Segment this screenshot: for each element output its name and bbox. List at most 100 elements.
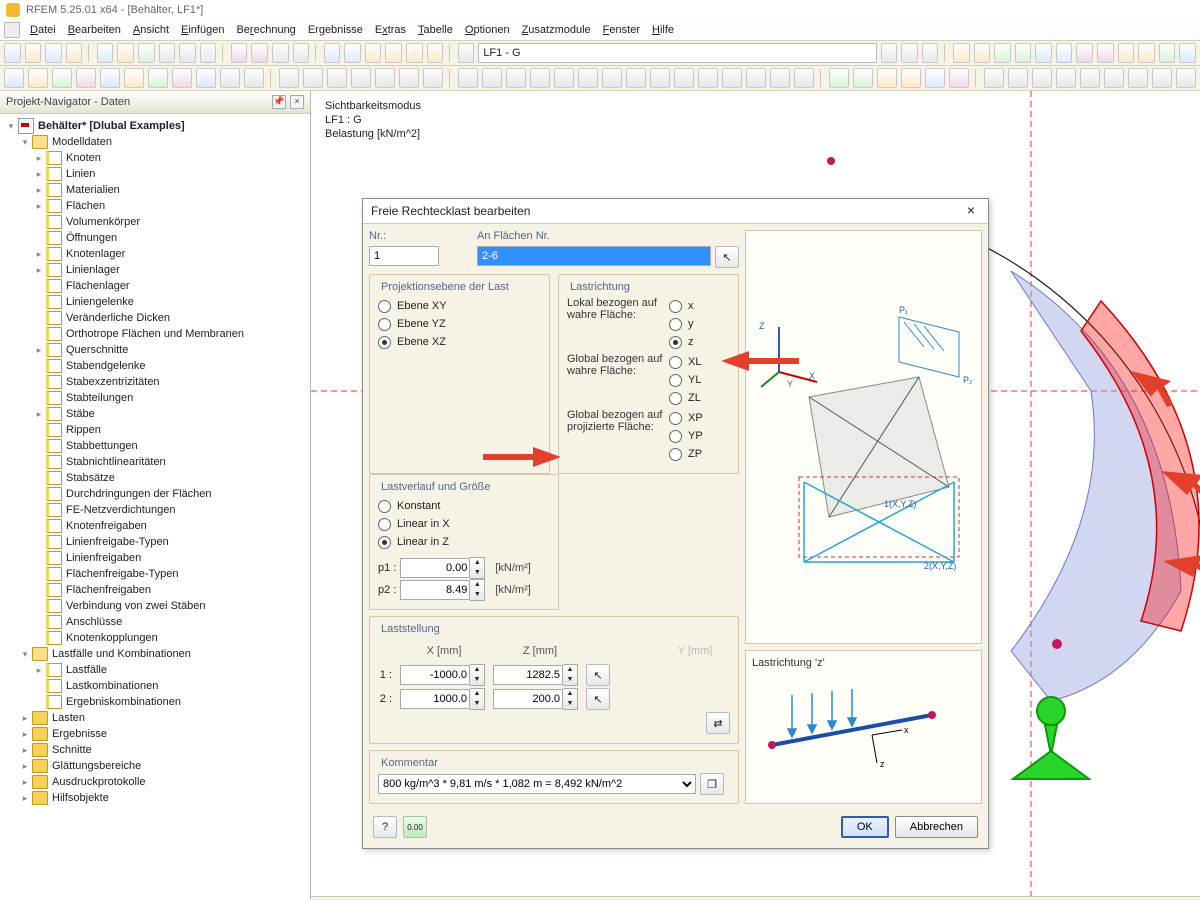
tree-item[interactable]: Verbindung von zwei Stäben: [0, 598, 310, 614]
tool-icon[interactable]: [279, 68, 299, 88]
tool-icon[interactable]: [1159, 43, 1176, 63]
ok-button[interactable]: OK: [841, 816, 889, 838]
tool-icon[interactable]: [303, 68, 323, 88]
comment-lib-icon[interactable]: ❐: [700, 773, 724, 795]
tool-icon[interactable]: [244, 68, 264, 88]
pick-point-icon[interactable]: ↖: [586, 688, 610, 710]
tool-icon[interactable]: [974, 43, 991, 63]
tool-icon[interactable]: [272, 43, 289, 63]
menu-berechnung[interactable]: Berechnung: [230, 24, 301, 36]
tool-icon[interactable]: [196, 68, 216, 88]
tool-icon[interactable]: [853, 68, 873, 88]
tree-item[interactable]: ▸Lasten: [0, 710, 310, 726]
tool-icon[interactable]: [1056, 43, 1073, 63]
tree-item[interactable]: Flächenfreigabe-Typen: [0, 566, 310, 582]
tool-icon[interactable]: [994, 43, 1011, 63]
tree-item[interactable]: Stabendgelenke: [0, 358, 310, 374]
units-icon[interactable]: 0.00: [403, 816, 427, 838]
help-icon[interactable]: ?: [373, 816, 397, 838]
tree-item[interactable]: Linienfreigabe-Typen: [0, 534, 310, 550]
tree-item[interactable]: Durchdringungen der Flächen: [0, 486, 310, 502]
tool-icon[interactable]: [1076, 43, 1093, 63]
tool-icon[interactable]: [1104, 68, 1124, 88]
tree-item[interactable]: ▸Schnitte: [0, 742, 310, 758]
menu-ergebnisse[interactable]: Ergebnisse: [302, 24, 369, 36]
menu-einfuegen[interactable]: Einfügen: [175, 24, 230, 36]
load-dist-option[interactable]: Konstant: [378, 497, 550, 515]
menu-ansicht[interactable]: Ansicht: [127, 24, 175, 36]
tool-icon[interactable]: [4, 43, 21, 63]
menu-zusatzmodule[interactable]: Zusatzmodule: [516, 24, 597, 36]
tree-item[interactable]: Rippen: [0, 422, 310, 438]
pick-point-icon[interactable]: ↖: [586, 664, 610, 686]
tree-item[interactable]: ▸Stäbe: [0, 406, 310, 422]
tool-icon[interactable]: [794, 68, 814, 88]
pos2-z-input[interactable]: [493, 689, 563, 709]
tree-item[interactable]: Stabbettungen: [0, 438, 310, 454]
tool-icon[interactable]: [877, 68, 897, 88]
results-tab[interactable]: 4.0 Ergebnisse - Zusammenfassung: [311, 896, 1200, 900]
close-icon[interactable]: ×: [962, 202, 980, 220]
tree-item[interactable]: ▸Knotenlager: [0, 246, 310, 262]
tool-icon[interactable]: [327, 68, 347, 88]
nr-input[interactable]: [369, 246, 439, 266]
tool-icon[interactable]: [375, 68, 395, 88]
tool-icon[interactable]: [423, 68, 443, 88]
cancel-button[interactable]: Abbrechen: [895, 816, 978, 838]
close-icon[interactable]: ×: [290, 95, 304, 109]
tool-icon[interactable]: [251, 43, 268, 63]
proj-plane-option[interactable]: Ebene XZ: [378, 333, 541, 351]
load-dist-option[interactable]: Linear in X: [378, 515, 550, 533]
tree-item[interactable]: ▸Querschnitte: [0, 342, 310, 358]
an-flaechen-input[interactable]: [477, 246, 711, 266]
tree-item[interactable]: Lastkombinationen: [0, 678, 310, 694]
tool-icon[interactable]: [650, 68, 670, 88]
tree-item[interactable]: ▾Behälter* [Dlubal Examples]: [0, 118, 310, 134]
tool-icon[interactable]: [1097, 43, 1114, 63]
tool-icon[interactable]: [365, 43, 382, 63]
tree-item[interactable]: ▸Glättungsbereiche: [0, 758, 310, 774]
tool-icon[interactable]: [76, 68, 96, 88]
tool-icon[interactable]: [138, 43, 155, 63]
pos1-x-input[interactable]: [400, 665, 470, 685]
tool-icon[interactable]: [925, 68, 945, 88]
direction-option[interactable]: y: [669, 315, 730, 333]
menu-optionen[interactable]: Optionen: [459, 24, 516, 36]
tool-icon[interactable]: [530, 68, 550, 88]
tree-item[interactable]: Liniengelenke: [0, 294, 310, 310]
load-dist-option[interactable]: Linear in Z: [378, 533, 550, 551]
tool-icon[interactable]: [722, 68, 742, 88]
tool-icon[interactable]: [66, 43, 83, 63]
tool-icon[interactable]: [1008, 68, 1028, 88]
tool-icon[interactable]: [293, 43, 310, 63]
menu-extras[interactable]: Extras: [369, 24, 412, 36]
tool-icon[interactable]: [626, 68, 646, 88]
tree-item[interactable]: ▸Lastfälle: [0, 662, 310, 678]
tree-item[interactable]: Orthotrope Flächen und Membranen: [0, 326, 310, 342]
tree-item[interactable]: ▸Flächen: [0, 198, 310, 214]
tool-icon[interactable]: [1128, 68, 1148, 88]
tool-icon[interactable]: [324, 43, 341, 63]
menu-bearbeiten[interactable]: Bearbeiten: [62, 24, 127, 36]
tool-icon[interactable]: [770, 68, 790, 88]
tool-icon[interactable]: [1056, 68, 1076, 88]
tree-item[interactable]: Stabnichtlinearitäten: [0, 454, 310, 470]
tool-icon[interactable]: [1015, 43, 1032, 63]
tool-icon[interactable]: [179, 43, 196, 63]
tool-icon[interactable]: [953, 43, 970, 63]
tool-icon[interactable]: [1138, 43, 1155, 63]
comment-input[interactable]: 800 kg/m^3 * 9,81 m/s * 1,082 m = 8,492 …: [378, 774, 696, 794]
tree-item[interactable]: ▸Materialien: [0, 182, 310, 198]
direction-option[interactable]: XL: [669, 353, 730, 371]
pin-icon[interactable]: 📌: [272, 95, 286, 109]
tree-item[interactable]: Anschlüsse: [0, 614, 310, 630]
tool-icon[interactable]: [674, 68, 694, 88]
tool-icon[interactable]: [1035, 43, 1052, 63]
tree-item[interactable]: Veränderliche Dicken: [0, 310, 310, 326]
tree-item[interactable]: Stabexzentrizitäten: [0, 374, 310, 390]
tool-icon[interactable]: [506, 68, 526, 88]
tree-item[interactable]: Knotenfreigaben: [0, 518, 310, 534]
system-menu-icon[interactable]: [4, 22, 20, 38]
proj-plane-option[interactable]: Ebene XY: [378, 297, 541, 315]
tool-icon[interactable]: [385, 43, 402, 63]
